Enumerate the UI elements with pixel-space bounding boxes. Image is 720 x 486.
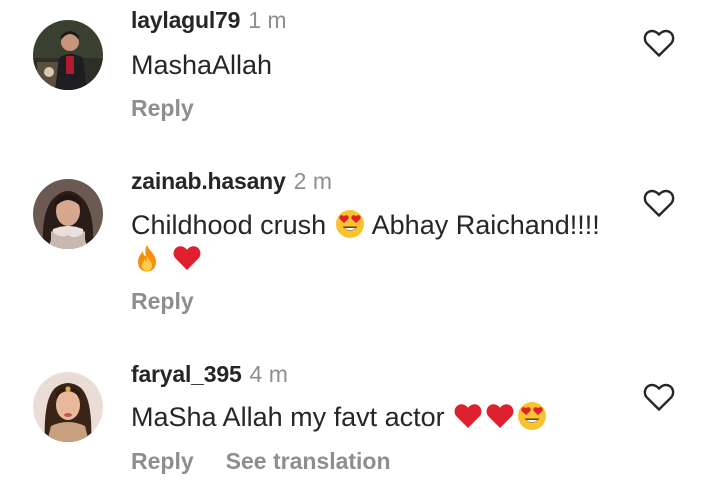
- reply-button[interactable]: Reply: [131, 288, 194, 314]
- comment-timestamp: 2 m: [293, 168, 332, 194]
- comment-timestamp: 4 m: [249, 361, 288, 387]
- comment-text: Childhood crush Abhay Raichand!!!!: [131, 208, 631, 276]
- reply-button[interactable]: Reply: [131, 95, 194, 121]
- comment-timestamp: 1 m: [248, 7, 287, 33]
- comment-text-part1: Childhood crush: [131, 210, 327, 240]
- comment-header: zainab.hasany 2 m: [131, 167, 332, 195]
- heart-eyes-emoji-icon: [335, 209, 365, 239]
- red-heart-emoji-icon: [172, 243, 202, 273]
- comment-text-content: MaSha Allah my favt actor: [131, 402, 445, 432]
- user-avatar[interactable]: [33, 179, 103, 249]
- comment-username[interactable]: faryal_395: [131, 361, 242, 387]
- heart-outline-icon[interactable]: [643, 382, 675, 412]
- comment-text: MaSha Allah my favt actor: [131, 400, 631, 434]
- red-heart-emoji-icon: [453, 401, 483, 431]
- comment-item: laylagul79 1 m MashaAllah Reply: [0, 0, 720, 150]
- comment-text-content: MashaAllah: [131, 50, 273, 80]
- comment-actions: Reply: [131, 287, 194, 315]
- reply-button[interactable]: Reply: [131, 448, 194, 474]
- red-heart-emoji-icon: [485, 401, 515, 431]
- comment-item: faryal_395 4 m MaSha Allah my favt actor …: [0, 340, 720, 486]
- comment-actions: Reply: [131, 94, 194, 122]
- user-avatar[interactable]: [33, 20, 103, 90]
- comment-text: MashaAllah: [131, 48, 631, 82]
- heart-eyes-emoji-icon: [517, 401, 547, 431]
- comment-header: faryal_395 4 m: [131, 360, 288, 388]
- avatar-image: [33, 20, 103, 90]
- heart-outline-icon[interactable]: [643, 28, 675, 58]
- comment-text-part2: Abhay Raichand!!!!: [371, 210, 600, 240]
- comment-item: zainab.hasany 2 m Childhood crush Abhay R…: [0, 150, 720, 320]
- user-avatar[interactable]: [33, 372, 103, 442]
- comment-header: laylagul79 1 m: [131, 6, 287, 34]
- fire-emoji-icon: [132, 243, 162, 273]
- see-translation-button[interactable]: See translation: [226, 448, 391, 474]
- comment-username[interactable]: laylagul79: [131, 7, 240, 33]
- comment-actions: Reply See translation: [131, 447, 391, 475]
- heart-outline-icon[interactable]: [643, 188, 675, 218]
- comment-username[interactable]: zainab.hasany: [131, 168, 286, 194]
- avatar-image: [33, 179, 103, 249]
- avatar-image: [33, 372, 103, 442]
